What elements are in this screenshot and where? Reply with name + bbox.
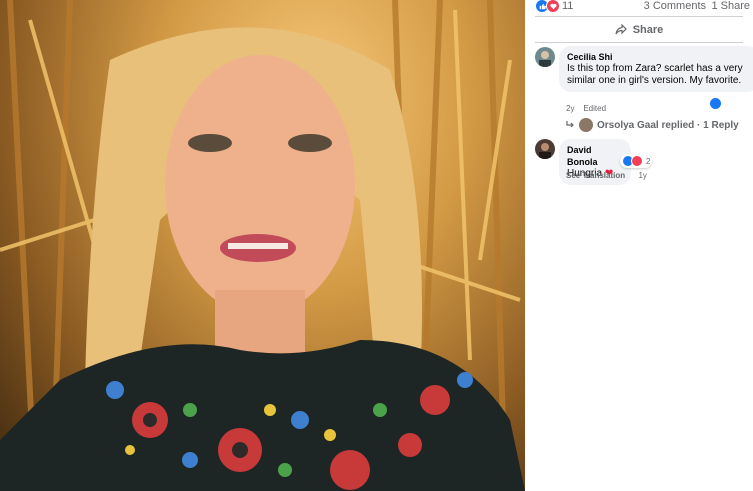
love-reaction-icon: [631, 155, 643, 167]
reply-summary-label: Orsolya Gaal replied · 1 Reply: [597, 119, 739, 131]
divider: [535, 42, 743, 43]
share-button[interactable]: Share: [535, 20, 743, 40]
post-stats-row: 11 3 Comments 1 Share: [535, 0, 750, 14]
reply-summary[interactable]: Orsolya Gaal replied · 1 Reply: [565, 118, 739, 132]
avatar[interactable]: [535, 47, 555, 67]
reply-arrow-icon: [566, 121, 574, 128]
comment-author[interactable]: Cecilia Shi: [567, 51, 751, 63]
avatar: [579, 118, 593, 132]
comment-reactions[interactable]: 2: [620, 154, 653, 168]
comment-author[interactable]: David Bonola: [567, 144, 623, 168]
comment-age[interactable]: 1y: [638, 171, 646, 180]
divider: [535, 16, 743, 17]
avatar[interactable]: [535, 139, 555, 159]
comment-age[interactable]: 2y: [566, 104, 574, 113]
love-reaction-icon: [546, 0, 560, 13]
shares-count-link[interactable]: 1 Share: [711, 0, 750, 12]
comment-meta: See Translation 1y: [566, 171, 647, 180]
comment-meta: 2y Edited: [566, 104, 606, 113]
share-label: Share: [632, 24, 664, 36]
reaction-icons[interactable]: [535, 0, 560, 13]
share-icon: [615, 24, 627, 35]
see-translation-link[interactable]: See Translation: [566, 171, 625, 180]
comments-count-link[interactable]: 3 Comments: [644, 0, 706, 12]
edited-label: Edited: [583, 104, 607, 113]
comment-bubble: Cecilia Shi Is this top from Zara? scarl…: [559, 46, 753, 92]
comments-panel: 11 3 Comments 1 Share Share Cecilia Shi …: [525, 0, 753, 491]
reaction-count[interactable]: 11: [562, 0, 573, 12]
comment-like-icon: [709, 97, 722, 110]
comment-reaction-count: 2: [646, 156, 651, 166]
post-image-art: [0, 0, 525, 491]
comment-text: Is this top from Zara? scarlet has a ver…: [567, 63, 743, 86]
post-photo[interactable]: [0, 0, 525, 491]
